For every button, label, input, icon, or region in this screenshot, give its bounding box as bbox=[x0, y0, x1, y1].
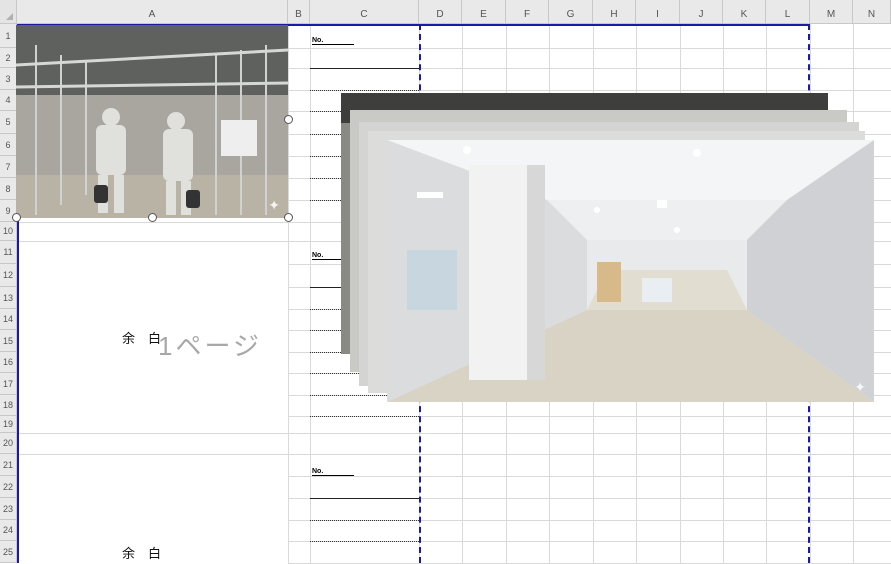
gridline-section bbox=[17, 222, 288, 223]
office-photo-front-graphic bbox=[387, 140, 874, 402]
column-header-e[interactable]: E bbox=[462, 0, 506, 24]
gridline-section bbox=[17, 241, 288, 242]
construction-photo-graphic bbox=[16, 25, 288, 218]
column-header-a[interactable]: A bbox=[17, 0, 288, 24]
row-header-5[interactable]: 5 bbox=[0, 111, 17, 134]
row-header-7[interactable]: 7 bbox=[0, 156, 17, 178]
gridline-section bbox=[17, 433, 288, 434]
row-header-6[interactable]: 6 bbox=[0, 134, 17, 156]
row-header-12[interactable]: 12 bbox=[0, 264, 17, 287]
resize-handle-bottom-left[interactable] bbox=[12, 213, 21, 222]
column-header-m[interactable]: M bbox=[810, 0, 853, 24]
row-header-16[interactable]: 16 bbox=[0, 352, 17, 373]
no-label-3: No. bbox=[312, 468, 354, 476]
row-header-4[interactable]: 4 bbox=[0, 90, 17, 111]
row-header-13[interactable]: 13 bbox=[0, 287, 17, 309]
row-header-11[interactable]: 11 bbox=[0, 241, 17, 264]
row-header-20[interactable]: 20 bbox=[0, 433, 17, 454]
resize-handle-bottom-right[interactable] bbox=[284, 213, 293, 222]
column-header-h[interactable]: H bbox=[593, 0, 636, 24]
cell-dotted-line bbox=[310, 90, 419, 91]
ai-sparkle-icon-2: ✦ bbox=[854, 379, 866, 395]
margin-text-1: 余 白 bbox=[122, 331, 162, 346]
column-header-i[interactable]: I bbox=[636, 0, 680, 24]
row-header-14[interactable]: 14 bbox=[0, 309, 17, 330]
row-header-24[interactable]: 24 bbox=[0, 520, 17, 541]
column-header-f[interactable]: F bbox=[506, 0, 549, 24]
row-header-1[interactable]: 1 bbox=[0, 24, 17, 48]
column-header-l[interactable]: L bbox=[766, 0, 810, 24]
column-header-d[interactable]: D bbox=[419, 0, 462, 24]
row-header-3[interactable]: 3 bbox=[0, 68, 17, 90]
gridline-section bbox=[17, 454, 288, 455]
cell-underline bbox=[310, 68, 419, 69]
page-watermark: 1ページ bbox=[158, 331, 262, 361]
column-header-k[interactable]: K bbox=[723, 0, 766, 24]
gridline-horizontal bbox=[288, 476, 891, 477]
cell-dotted-line bbox=[310, 416, 419, 417]
cell-dotted-line bbox=[310, 541, 419, 542]
office-interior-photo-front[interactable]: ✦ bbox=[387, 140, 874, 402]
gridline-vertical bbox=[288, 24, 289, 563]
row-header-17[interactable]: 17 bbox=[0, 373, 17, 395]
row-header-23[interactable]: 23 bbox=[0, 498, 17, 520]
column-header-c[interactable]: C bbox=[310, 0, 419, 24]
resize-handle-bottom[interactable] bbox=[148, 213, 157, 222]
row-header-22[interactable]: 22 bbox=[0, 476, 17, 498]
row-header-18[interactable]: 18 bbox=[0, 395, 17, 416]
gridline-horizontal bbox=[288, 48, 891, 49]
cell-dotted-line bbox=[310, 520, 419, 521]
row-header-10[interactable]: 10 bbox=[0, 222, 17, 241]
gridline-horizontal bbox=[288, 433, 891, 434]
resize-handle-right[interactable] bbox=[284, 115, 293, 124]
column-header-j[interactable]: J bbox=[680, 0, 723, 24]
gridline-horizontal bbox=[288, 454, 891, 455]
ai-sparkle-icon: ✦ bbox=[268, 197, 280, 213]
no-label-1: No. bbox=[312, 37, 354, 45]
column-header-b[interactable]: B bbox=[288, 0, 310, 24]
construction-site-photo[interactable]: ✦ bbox=[16, 25, 288, 218]
row-header-15[interactable]: 15 bbox=[0, 330, 17, 352]
row-header-21[interactable]: 21 bbox=[0, 454, 17, 476]
margin-text-2: 余 白 bbox=[122, 546, 162, 561]
column-header-n[interactable]: N bbox=[853, 0, 891, 24]
gridline-vertical bbox=[310, 24, 311, 563]
row-header-19[interactable]: 19 bbox=[0, 416, 17, 433]
row-header-8[interactable]: 8 bbox=[0, 178, 17, 200]
cell-underline bbox=[310, 498, 419, 499]
row-header-2[interactable]: 2 bbox=[0, 48, 17, 68]
row-header-25[interactable]: 25 bbox=[0, 541, 17, 563]
column-header-g[interactable]: G bbox=[549, 0, 593, 24]
select-all-corner[interactable] bbox=[0, 0, 17, 24]
